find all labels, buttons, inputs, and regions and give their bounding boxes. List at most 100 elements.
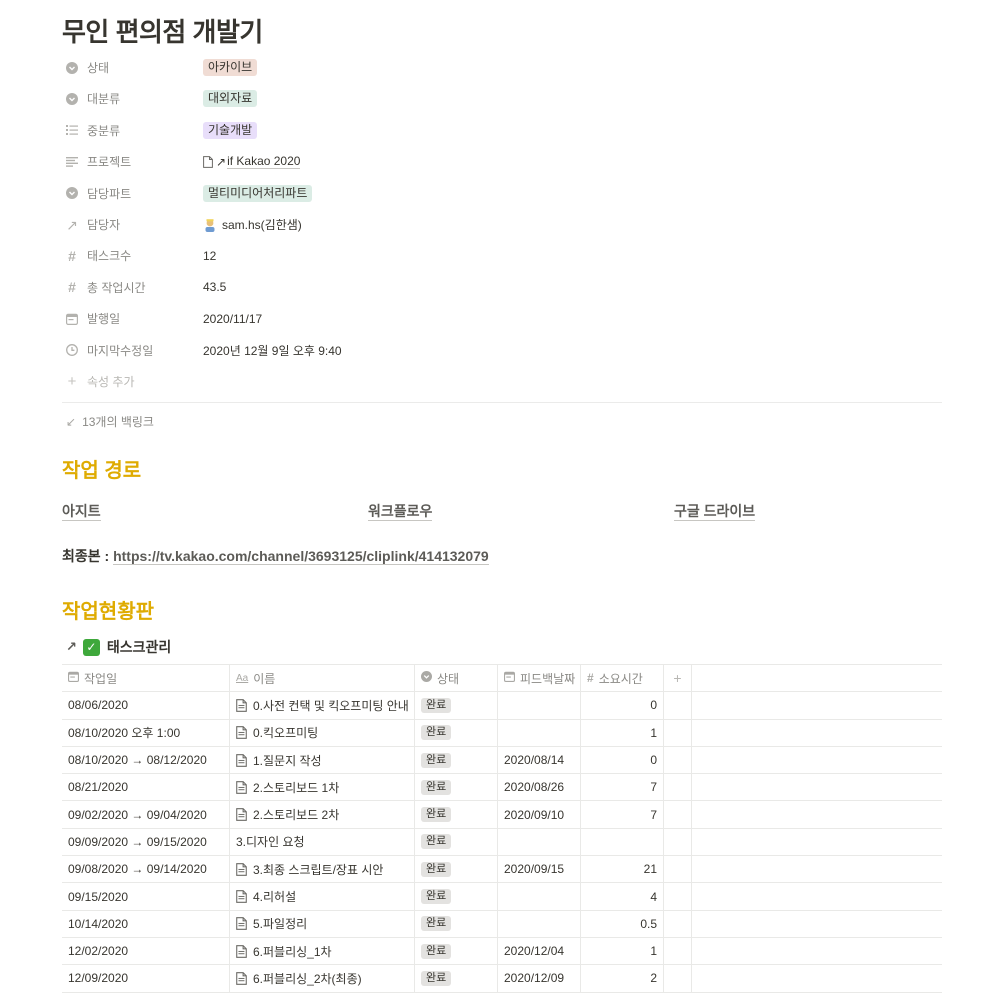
cell-name[interactable]: 0.사전 컨택 및 킥오프미팅 안내 xyxy=(230,692,415,719)
cell-date[interactable]: 08/10/2020 오후 1:00 xyxy=(62,719,230,746)
cell-status[interactable]: 완료 xyxy=(415,692,498,719)
cell-hours[interactable]: 1 xyxy=(581,937,664,965)
cell-name[interactable]: 1.질문지 작성 xyxy=(230,746,415,774)
property-key[interactable]: # 총 작업시간 xyxy=(62,279,203,296)
cell-name[interactable]: 4.리허설 xyxy=(230,883,415,910)
cell-name[interactable]: 2.스토리보드 2차 xyxy=(230,801,415,828)
column-header-date[interactable]: 작업일 xyxy=(62,665,230,692)
cell-name[interactable]: 6.퍼블리싱_2차(최종) xyxy=(230,965,415,992)
subcategory-tag[interactable]: 기술개발 xyxy=(203,121,258,139)
cell-date[interactable]: 09/15/2020 xyxy=(62,883,230,910)
cell-hours[interactable]: 4 xyxy=(581,883,664,910)
database-title[interactable]: ↗ ✓ 태스크관리 xyxy=(66,637,171,657)
property-task-count[interactable]: # 태스크수 12 xyxy=(62,240,942,271)
cell-status[interactable]: 완료 xyxy=(415,719,498,746)
property-key[interactable]: # 태스크수 xyxy=(62,247,203,264)
final-url-link[interactable]: https://tv.kakao.com/channel/3693125/cli… xyxy=(113,548,489,565)
property-key[interactable]: 중분류 xyxy=(62,122,203,139)
cell-date[interactable]: 12/02/2020 xyxy=(62,937,230,965)
cell-status[interactable]: 완료 xyxy=(415,965,498,992)
cell-feedback[interactable] xyxy=(498,692,581,719)
table-row[interactable]: 09/15/2020 4.리허설 완료 4 xyxy=(62,883,942,911)
cell-feedback[interactable]: 2020/08/14 xyxy=(498,746,581,774)
status-tag[interactable]: 아카이브 xyxy=(203,59,258,76)
cell-date[interactable]: 08/06/2020 xyxy=(62,692,230,719)
cell-status[interactable]: 완료 xyxy=(415,774,498,801)
cell-feedback[interactable] xyxy=(498,883,581,910)
cell-hours[interactable]: 21 xyxy=(581,856,664,883)
cell-hours[interactable]: 1 xyxy=(581,719,664,746)
link-agit[interactable]: 아지트 xyxy=(62,502,101,521)
property-status[interactable]: 상태 아카이브 xyxy=(62,52,942,83)
cell-name[interactable]: 6.퍼블리싱_1차 xyxy=(230,937,415,965)
property-category[interactable]: 대분류 대외자료 xyxy=(62,83,942,114)
property-part[interactable]: 담당파트 멀티미디어처리파트 xyxy=(62,178,942,209)
cell-feedback[interactable]: 2020/09/15 xyxy=(498,856,581,883)
cell-feedback[interactable]: 2020/08/26 xyxy=(498,774,581,801)
table-row[interactable]: 09/08/2020 → 09/14/2020 3.최종 스크립트/장표 시안 완료… xyxy=(62,856,942,884)
part-tag[interactable]: 멀티미디어처리파트 xyxy=(203,184,313,202)
cell-status[interactable]: 완료 xyxy=(415,856,498,883)
cell-feedback[interactable]: 2020/12/04 xyxy=(498,937,581,965)
property-key[interactable]: 대분류 xyxy=(62,90,203,107)
cell-feedback[interactable] xyxy=(498,828,581,856)
property-key[interactable]: 상태 xyxy=(62,59,203,76)
property-owner[interactable]: ↗ 담당자 sam.hs(김한샘) xyxy=(62,209,942,240)
category-tag[interactable]: 대외자료 xyxy=(203,90,258,108)
cell-date[interactable]: 09/09/2020 → 09/15/2020 xyxy=(62,828,230,856)
cell-hours[interactable]: 2 xyxy=(581,965,664,992)
property-total-hours[interactable]: # 총 작업시간 43.5 xyxy=(62,272,942,303)
cell-date[interactable]: 10/14/2020 xyxy=(62,910,230,937)
cell-status[interactable]: 완료 xyxy=(415,937,498,965)
cell-name[interactable]: 0.킥오프미팅 xyxy=(230,719,415,746)
cell-hours[interactable] xyxy=(581,828,664,856)
cell-date[interactable]: 09/08/2020 → 09/14/2020 xyxy=(62,856,230,883)
cell-name[interactable]: 3.디자인 요청 xyxy=(230,828,415,856)
cell-status[interactable]: 완료 xyxy=(415,746,498,774)
table-row[interactable]: 08/10/2020 → 08/12/2020 1.질문지 작성 완료 2020/08… xyxy=(62,746,942,775)
property-key[interactable]: 발행일 xyxy=(62,310,203,327)
property-published[interactable]: 발행일 2020/11/17 xyxy=(62,303,942,334)
property-key[interactable]: 담당파트 xyxy=(62,185,203,202)
table-row[interactable]: 09/02/2020 → 09/04/2020 2.스토리보드 2차 완료 2020/… xyxy=(62,801,942,829)
property-last-edited[interactable]: 마지막수정일 2020년 12월 9일 오후 9:40 xyxy=(62,335,942,366)
cell-status[interactable]: 완료 xyxy=(415,910,498,937)
cell-hours[interactable]: 0.5 xyxy=(581,910,664,937)
cell-date[interactable]: 09/02/2020 → 09/04/2020 xyxy=(62,801,230,828)
table-row[interactable]: 08/10/2020 오후 1:00 0.킥오프미팅 완료 1 xyxy=(62,719,942,747)
project-link[interactable]: if Kakao 2020 xyxy=(227,154,301,170)
table-row[interactable]: 12/09/2020 6.퍼블리싱_2차(최종) 완료 2020/12/09 2 xyxy=(62,965,942,993)
property-key[interactable]: 마지막수정일 xyxy=(62,342,203,359)
cell-name[interactable]: 2.스토리보드 1차 xyxy=(230,774,415,801)
property-key[interactable]: ↗ 담당자 xyxy=(62,216,203,233)
link-workflow[interactable]: 워크플로우 xyxy=(368,502,433,521)
cell-status[interactable]: 완료 xyxy=(415,883,498,910)
table-row[interactable]: 08/06/2020 0.사전 컨택 및 킥오프미팅 안내 완료 0 xyxy=(62,692,942,720)
cell-date[interactable]: 08/10/2020 → 08/12/2020 xyxy=(62,746,230,774)
table-row[interactable]: 10/14/2020 5.파일정리 완료 0.5 xyxy=(62,910,942,938)
column-header-hours[interactable]: # 소요시간 xyxy=(581,665,664,692)
property-project[interactable]: 프로젝트 ↗ if Kakao 2020 xyxy=(62,146,942,177)
table-row[interactable]: 09/09/2020 → 09/15/2020 3.디자인 요청 완료 xyxy=(62,828,942,857)
cell-hours[interactable]: 0 xyxy=(581,692,664,719)
table-row[interactable]: 08/21/2020 2.스토리보드 1차 완료 2020/08/26 7 xyxy=(62,774,942,802)
cell-name[interactable]: 5.파일정리 xyxy=(230,910,415,937)
cell-date[interactable]: 12/09/2020 xyxy=(62,965,230,992)
cell-hours[interactable]: 7 xyxy=(581,801,664,828)
cell-feedback[interactable] xyxy=(498,719,581,746)
column-header-status[interactable]: 상태 xyxy=(415,665,498,692)
link-google-drive[interactable]: 구글 드라이브 xyxy=(674,502,756,521)
cell-status[interactable]: 완료 xyxy=(415,828,498,856)
cell-feedback[interactable]: 2020/09/10 xyxy=(498,801,581,828)
page-title[interactable]: 무인 편의점 개발기 xyxy=(62,12,263,49)
backlinks-button[interactable]: ↙ 13개의 백링크 xyxy=(66,413,154,430)
cell-status[interactable]: 완료 xyxy=(415,801,498,828)
cell-date[interactable]: 08/21/2020 xyxy=(62,774,230,801)
cell-feedback[interactable]: 2020/12/09 xyxy=(498,965,581,992)
owner-link[interactable]: sam.hs(김한샘) xyxy=(222,216,302,233)
property-subcategory[interactable]: 중분류 기술개발 xyxy=(62,115,942,146)
cell-name[interactable]: 3.최종 스크립트/장표 시안 xyxy=(230,856,415,883)
cell-hours[interactable]: 0 xyxy=(581,746,664,774)
add-column-button[interactable]: + xyxy=(664,665,692,692)
cell-feedback[interactable] xyxy=(498,910,581,937)
